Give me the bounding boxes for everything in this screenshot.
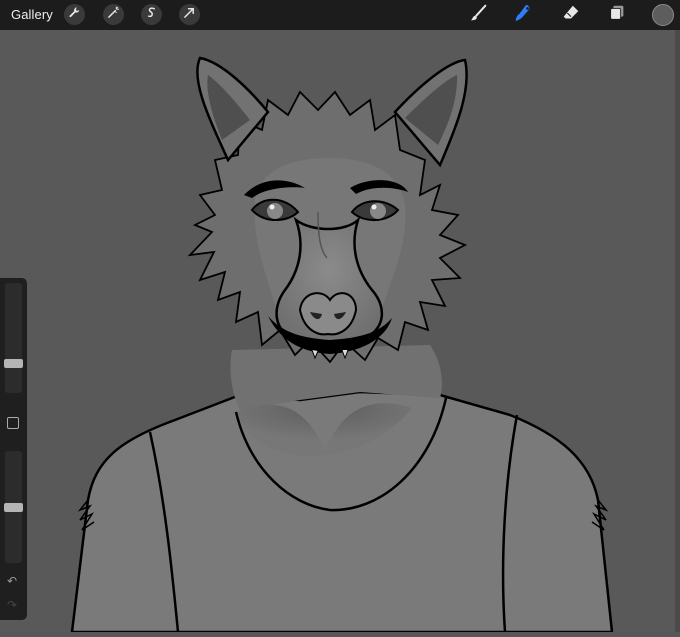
drawing-canvas[interactable]	[0, 30, 675, 634]
gallery-button[interactable]: Gallery	[11, 7, 53, 22]
brush-icon	[469, 3, 489, 28]
layers-button[interactable]	[606, 4, 628, 26]
eraser-icon	[561, 3, 581, 28]
adjustments-button[interactable]	[103, 4, 124, 25]
undo-icon: ↶	[7, 574, 18, 588]
brush-opacity-slider[interactable]	[4, 451, 23, 563]
top-toolbar: Gallery	[0, 0, 680, 30]
wrench-icon	[68, 6, 81, 24]
brush-size-slider-thumb[interactable]	[4, 359, 23, 368]
transform-arrow-icon	[183, 6, 196, 24]
color-swatch[interactable]	[652, 4, 674, 26]
transform-button[interactable]	[179, 4, 200, 25]
smudge-tool-button[interactable]	[512, 4, 534, 26]
brush-size-slider[interactable]	[4, 283, 23, 393]
actions-button[interactable]	[64, 4, 85, 25]
brush-opacity-slider-thumb[interactable]	[4, 503, 23, 512]
undo-button[interactable]: ↶	[7, 574, 21, 588]
eraser-tool-button[interactable]	[560, 4, 582, 26]
redo-button[interactable]: ↷	[7, 598, 21, 612]
canvas-edge	[675, 30, 680, 632]
modify-button[interactable]	[7, 417, 19, 429]
magic-wand-icon	[107, 5, 120, 24]
selection-s-icon	[145, 6, 158, 24]
redo-icon: ↷	[7, 598, 18, 612]
brush-sidebar: ↶ ↷	[0, 278, 27, 620]
artwork-wolf-character	[70, 56, 614, 634]
brush-tool-button[interactable]	[468, 4, 490, 26]
layers-icon	[607, 3, 627, 28]
selection-button[interactable]	[141, 4, 162, 25]
smudge-icon	[513, 3, 533, 28]
